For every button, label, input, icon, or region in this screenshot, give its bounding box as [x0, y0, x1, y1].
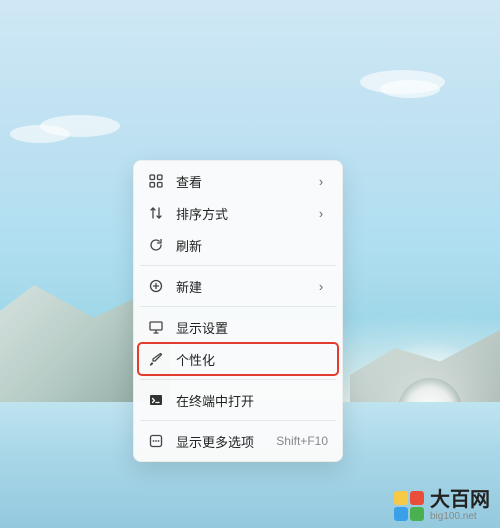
brand-name-en: big100.net: [430, 512, 490, 522]
menu-separator: [140, 265, 336, 266]
chevron-right-icon: ›: [314, 279, 328, 294]
menu-item[interactable]: 显示更多选项 Shift+F10: [138, 425, 338, 457]
menu-separator: [140, 306, 336, 307]
menu-item[interactable]: 显示设置: [138, 311, 338, 343]
more-icon: [148, 433, 164, 449]
watermark: 大百网 big100.net: [394, 490, 490, 522]
desktop-wallpaper: 查看 › 排序方式 › 刷新新建 › 显示设置个性化在终端中打开显示更多选项 Shift+F1…: [0, 0, 500, 528]
menu-item[interactable]: 新建 ›: [138, 270, 338, 302]
menu-separator: [140, 420, 336, 421]
menu-item-label: 刷新: [176, 236, 328, 255]
cloud: [10, 125, 70, 143]
grid-icon: [148, 173, 164, 189]
chevron-right-icon: ›: [314, 174, 328, 189]
menu-item[interactable]: 在终端中打开: [138, 384, 338, 416]
menu-item-shortcut: Shift+F10: [276, 434, 328, 448]
menu-item-label: 新建: [176, 277, 302, 296]
brand-text: 大百网 big100.net: [430, 490, 490, 522]
sort-icon: [148, 205, 164, 221]
menu-item-label: 排序方式: [176, 204, 302, 223]
terminal-icon: [148, 392, 164, 408]
menu-item[interactable]: 查看 ›: [138, 165, 338, 197]
menu-item[interactable]: 个性化: [138, 343, 338, 375]
chevron-right-icon: ›: [314, 206, 328, 221]
menu-item[interactable]: 刷新: [138, 229, 338, 261]
brand-logo-icon: [394, 491, 424, 521]
menu-separator: [140, 379, 336, 380]
cloud: [380, 80, 440, 98]
menu-item-label: 个性化: [176, 350, 328, 369]
menu-item-label: 在终端中打开: [176, 391, 328, 410]
refresh-icon: [148, 237, 164, 253]
brush-icon: [148, 351, 164, 367]
menu-item[interactable]: 排序方式 ›: [138, 197, 338, 229]
menu-item-label: 显示设置: [176, 318, 328, 337]
plus-circle-icon: [148, 278, 164, 294]
menu-item-label: 查看: [176, 172, 302, 191]
desktop-context-menu: 查看 › 排序方式 › 刷新新建 › 显示设置个性化在终端中打开显示更多选项 Shift+F1…: [133, 160, 343, 462]
display-icon: [148, 319, 164, 335]
brand-name-cn: 大百网: [430, 490, 490, 510]
menu-item-label: 显示更多选项: [176, 432, 264, 451]
